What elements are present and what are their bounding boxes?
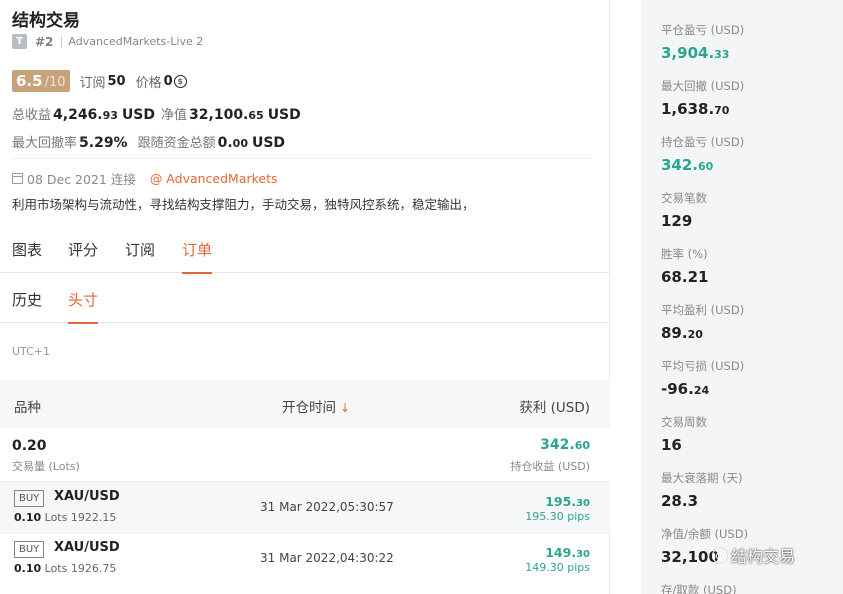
tab-orders[interactable]: 订单: [182, 239, 213, 274]
tab-chart[interactable]: 图表: [12, 239, 42, 273]
strategy-panel: 结构交易 T #2 AdvancedMarkets-Live 2 6.5 /10…: [0, 0, 610, 594]
subtab-history[interactable]: 历史: [12, 289, 42, 323]
column-open-time[interactable]: 开仓时间 ↓: [282, 396, 350, 416]
account-type-badge: T: [12, 34, 27, 49]
row-pips: 149.30 pips: [525, 561, 590, 574]
divider: [12, 158, 592, 159]
total-profit-value: 4,246.93: [53, 107, 118, 123]
open-time: 31 Mar 2022,05:30:57: [260, 500, 394, 514]
follow-funds-unit: USD: [251, 135, 286, 151]
total-lots-label: 交易量 (Lots): [12, 460, 80, 473]
stat-trade-count: 交易笔数 129: [661, 191, 707, 230]
stat-win-rate: 胜率 (%) 68.21: [661, 247, 709, 286]
open-time: 31 Mar 2022,04:30:22: [260, 551, 394, 565]
connection-info: 08 Dec 2021 连接 @ AdvancedMarkets: [12, 169, 278, 188]
broker-link[interactable]: @ AdvancedMarkets: [150, 171, 278, 186]
stat-max-drawdown: 最大回撤 (USD) 1,638.70: [661, 79, 745, 118]
total-position-profit-label: 持仓收益 (USD): [510, 460, 590, 473]
positions-summary: 0.20 交易量 (Lots) 342.60 持仓收益 (USD): [0, 428, 610, 481]
lots-price: 0.10 Lots 1922.15: [14, 511, 117, 524]
side-badge: BUY: [14, 490, 45, 507]
row-profit: 195.30: [545, 494, 590, 509]
drawdown-follow-row: 最大回撤率 5.29% 跟随资金总额 0.00 USD: [12, 132, 291, 151]
stat-deposit-withdrawal: 存/取款 (USD): [661, 583, 737, 594]
total-position-profit: 342.60: [540, 437, 590, 453]
stat-max-decline-days: 最大衰落期 (天) 28.3: [661, 471, 743, 510]
symbol: XAU/USD: [54, 489, 120, 504]
watermark: 结构交易: [712, 543, 795, 567]
timezone-label: UTC+1: [12, 345, 51, 358]
stat-avg-profit: 平均盈利 (USD) 89.20: [661, 303, 745, 342]
total-profit-unit: USD: [121, 107, 156, 123]
equity-value: 32,100.65: [189, 107, 264, 123]
table-row[interactable]: BUY XAU/USD 0.10 Lots 1926.75 31 Mar 202…: [0, 532, 610, 582]
table-row[interactable]: BUY XAU/USD 0.10 Lots 1922.15 31 Mar 202…: [0, 481, 610, 531]
table-header: 品种 开仓时间 ↓ 获利 (USD): [0, 380, 610, 428]
coin-icon: $: [173, 74, 187, 88]
column-symbol: 品种: [14, 400, 41, 416]
max-drawdown-value: 5.29%: [79, 135, 128, 151]
lots-price: 0.10 Lots 1926.75: [14, 562, 117, 575]
side-badge: BUY: [14, 541, 45, 558]
equity-unit: USD: [267, 107, 301, 123]
row-pips: 195.30 pips: [525, 510, 590, 523]
separator: [61, 35, 63, 48]
subscribe-label: 订阅: [79, 75, 106, 91]
connected-date: 08 Dec 2021 连接: [27, 172, 136, 187]
strategy-description: 利用市场架构与流动性，寻找结构支撑阻力，手动交易，独特风控系统，稳定输出，: [12, 197, 475, 212]
page-title: 结构交易: [12, 11, 80, 31]
tab-subscribe[interactable]: 订阅: [125, 239, 155, 273]
stat-trade-weeks: 交易周数 16: [661, 415, 707, 454]
rating-row: 6.5 /10 订阅 50 价格 0 $: [12, 70, 187, 92]
equity-label: 净值: [161, 108, 188, 123]
price-value: 0: [163, 73, 173, 89]
total-profit-label: 总收益: [12, 108, 52, 123]
sort-arrow-icon[interactable]: ↓: [340, 401, 350, 415]
account-number: #2: [35, 34, 54, 49]
subtab-positions[interactable]: 头寸: [68, 289, 99, 324]
order-subtabs: 历史 头寸: [0, 282, 610, 324]
account-info: T #2 AdvancedMarkets-Live 2: [12, 34, 203, 49]
column-profit: 获利 (USD): [519, 400, 590, 416]
symbol: XAU/USD: [54, 540, 120, 555]
row-profit: 149.30: [545, 545, 590, 560]
stats-sidebar: 平仓盈亏 (USD) 3,904.33 最大回撤 (USD) 1,638.70 …: [641, 0, 843, 594]
stat-open-pnl: 持仓盈亏 (USD) 342.60: [661, 135, 745, 174]
calendar-icon: [12, 173, 23, 184]
max-drawdown-label: 最大回撤率: [12, 136, 78, 151]
main-tabs: 图表 评分 订阅 订单: [0, 232, 610, 274]
server-name: AdvancedMarkets-Live 2: [68, 35, 204, 48]
follow-funds-value: 0.00: [217, 135, 248, 151]
stat-closed-pnl: 平仓盈亏 (USD) 3,904.33: [661, 23, 745, 62]
rating-max: /10: [44, 75, 66, 90]
rating-badge: 6.5 /10: [12, 70, 70, 92]
price-label: 价格: [135, 75, 162, 91]
tab-rating[interactable]: 评分: [68, 239, 98, 273]
subscribe-count: 50: [107, 73, 126, 89]
watermark-icon: [712, 547, 727, 563]
stat-avg-loss: 平均亏损 (USD) -96.24: [661, 359, 745, 398]
total-lots: 0.20: [12, 438, 47, 454]
rating-score: 6.5: [16, 72, 43, 90]
follow-funds-label: 跟随资金总额: [137, 136, 216, 151]
watermark-text: 结构交易: [731, 547, 796, 566]
profit-equity-row: 总收益 4,246.93 USD 净值 32,100.65 USD: [12, 104, 307, 123]
